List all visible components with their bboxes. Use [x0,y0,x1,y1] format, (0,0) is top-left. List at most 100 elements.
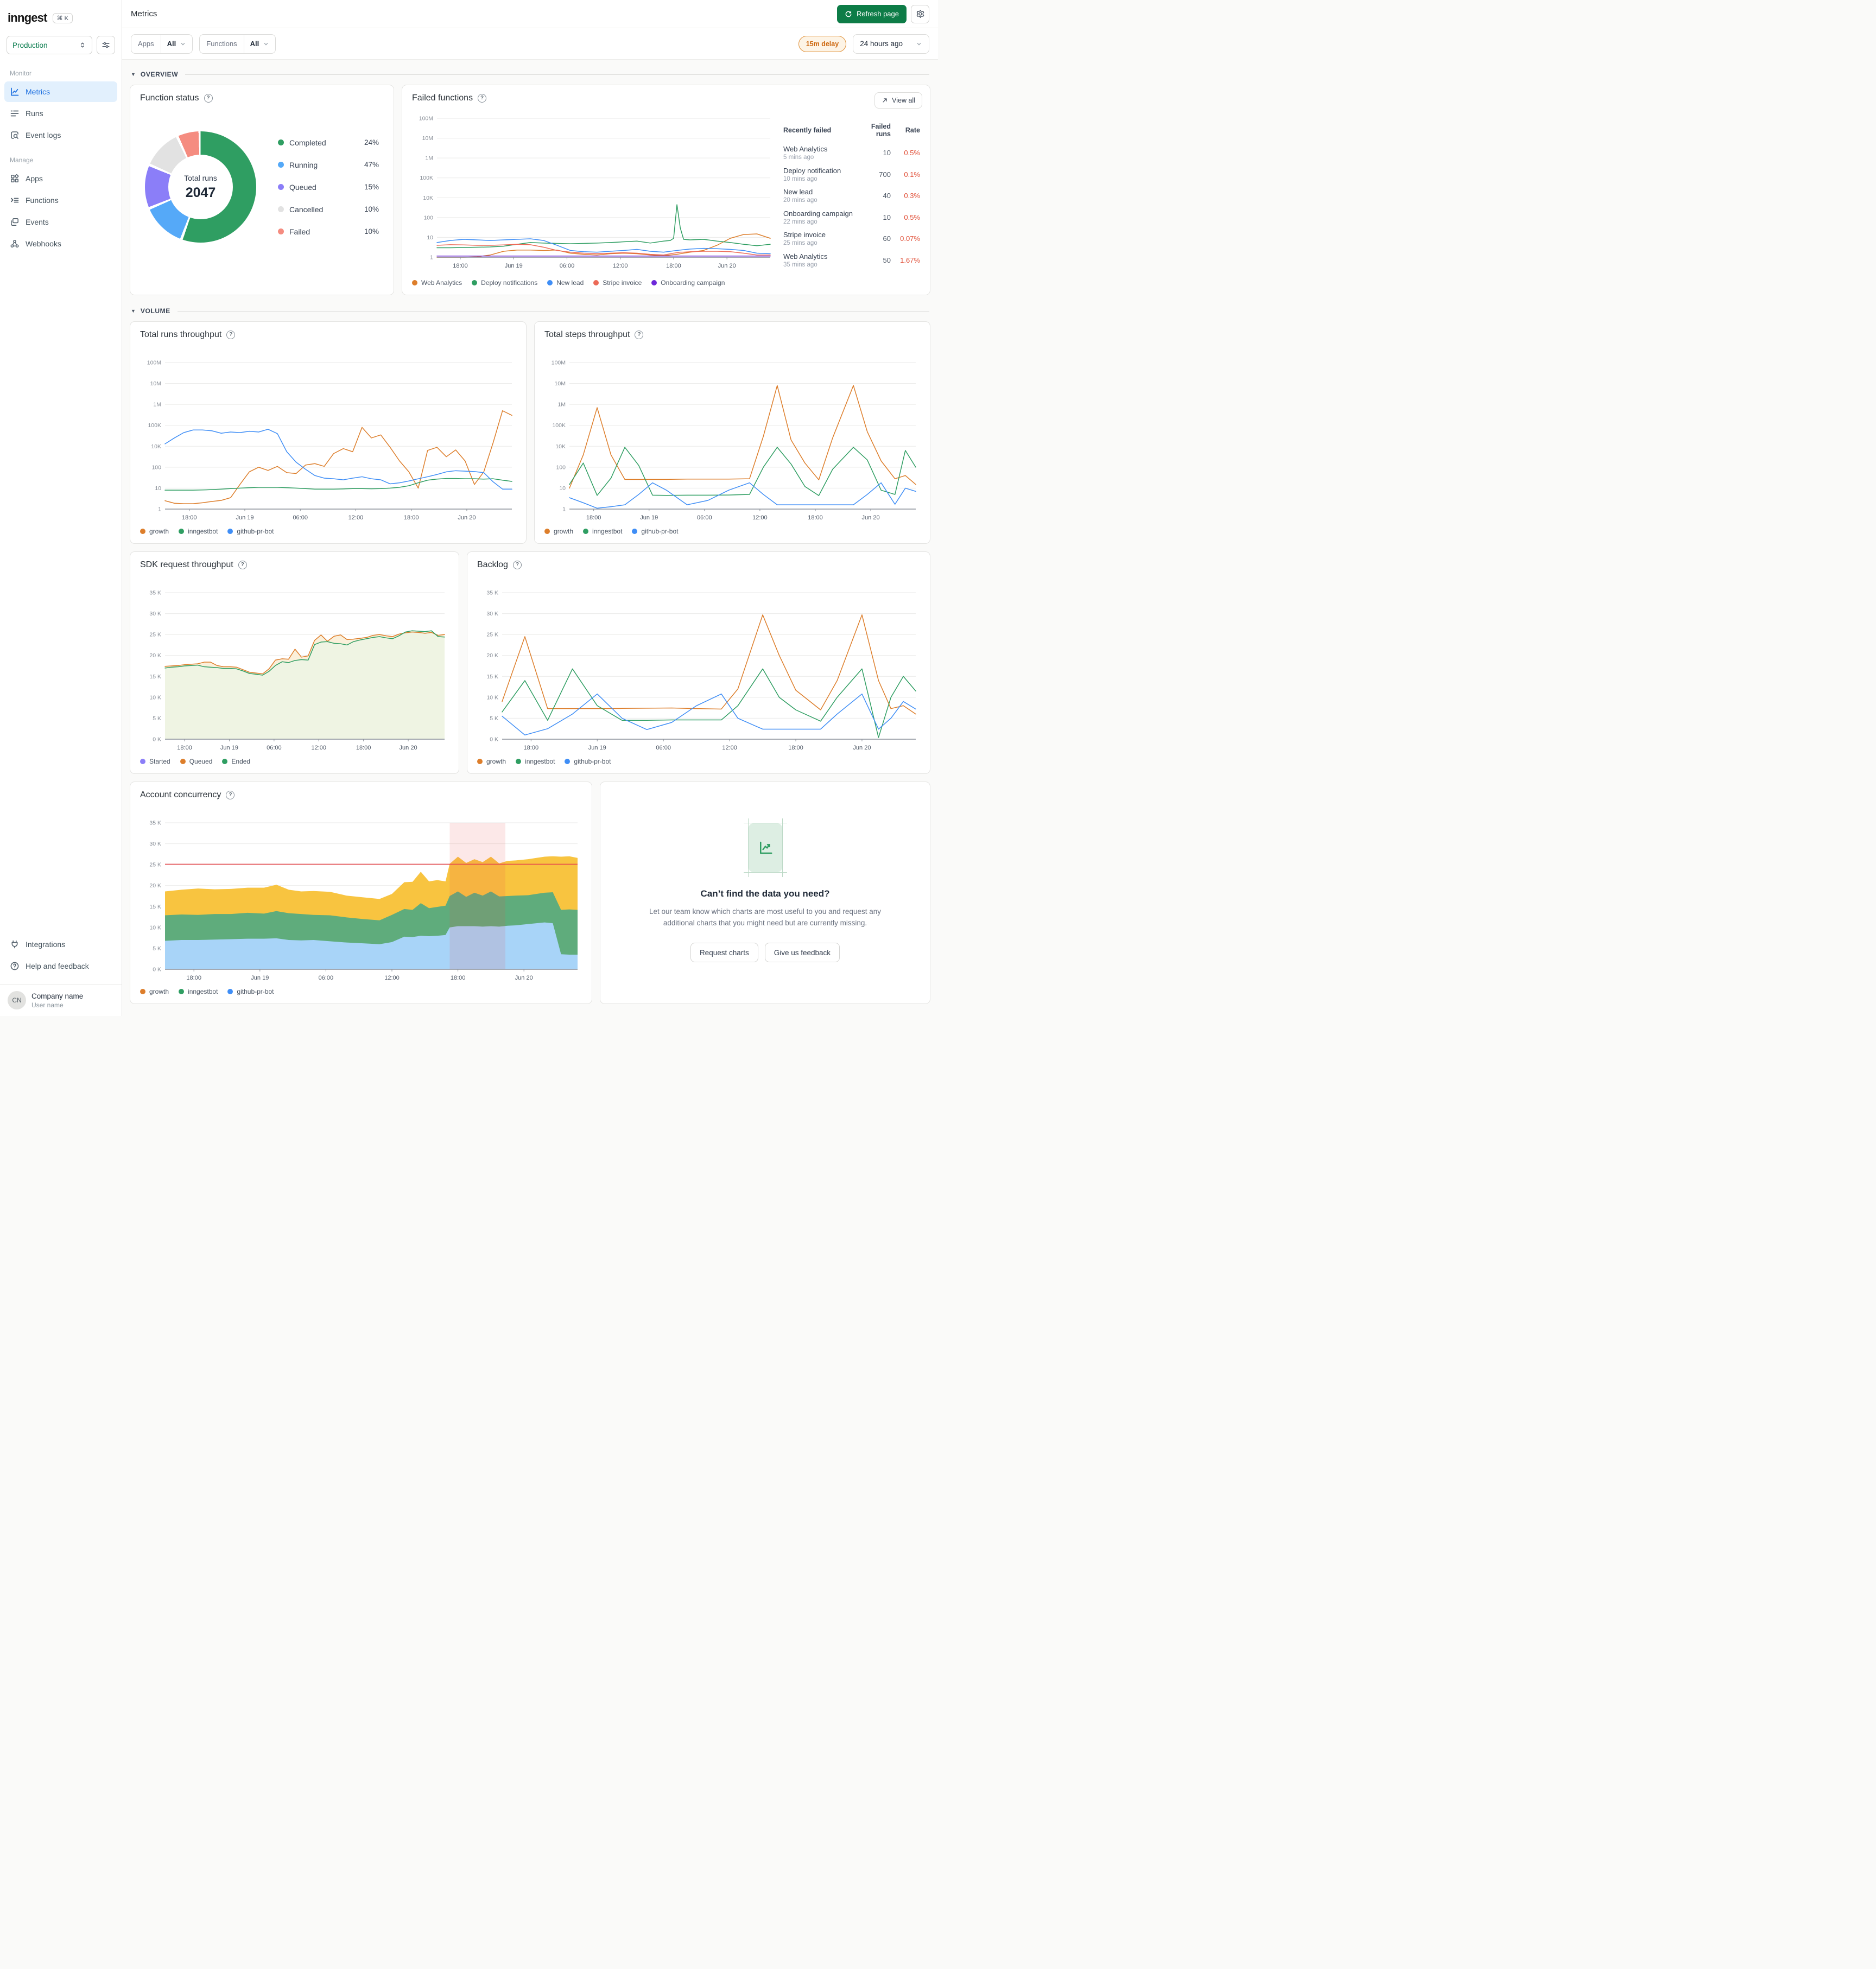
legend-item-cancelled[interactable]: Cancelled 10% [278,205,379,214]
legend-item[interactable]: growth [140,988,169,995]
sidebar-item-events[interactable]: Events [4,212,117,232]
volume-collapse-toggle[interactable]: ▼ [131,308,136,314]
time-range-select[interactable]: 24 hours ago [853,34,929,54]
help-icon[interactable]: ? [478,94,487,103]
svg-text:100M: 100M [419,116,433,122]
svg-text:Jun 20: Jun 20 [400,745,417,751]
command-k-shortcut[interactable]: ⌘ K [52,12,73,23]
svg-text:30 K: 30 K [149,611,161,617]
apps-filter[interactable]: Apps All [131,34,193,54]
legend-item-failed[interactable]: Failed 10% [278,227,379,236]
failed-time: 5 mins ago [783,154,814,161]
function-name: Web Analytics [783,252,828,261]
account-concurrency-card: Account concurrency ? 0 K 5 K 10 K 15 K 20 K… [130,782,592,1004]
sidebar-item-label: Events [26,218,49,226]
legend-item[interactable]: inngestbot [516,758,555,765]
sidebar-nav: Monitor Metrics Runs Event logs Manage A… [0,58,122,257]
environment-select[interactable]: Production [7,36,92,54]
legend-item[interactable]: Web Analytics [412,279,462,287]
legend-item[interactable]: github-pr-bot [227,988,274,995]
svg-text:Jun 19: Jun 19 [588,745,606,751]
svg-text:Jun 19: Jun 19 [640,515,658,521]
sidebar-item-label: Metrics [26,87,50,96]
legend-label: github-pr-bot [574,758,611,765]
legend-item[interactable]: github-pr-bot [632,528,678,535]
chevron-down-icon [916,41,922,47]
overview-collapse-toggle[interactable]: ▼ [131,72,136,77]
sidebar-item-event-logs[interactable]: Event logs [4,125,117,145]
table-row[interactable]: Deploy notification 10 mins ago 700 0.1% [783,167,920,182]
sidebar-item-runs[interactable]: Runs [4,103,117,124]
sidebar-item-integrations[interactable]: Integrations [4,934,117,955]
legend-item[interactable]: growth [140,528,169,535]
legend-item[interactable]: inngestbot [179,988,218,995]
legend-item[interactable]: inngestbot [583,528,622,535]
sidebar-item-label: Functions [26,196,59,205]
legend-label: Ended [231,758,251,765]
app-root: inngest ⌘ K Production Monitor Metrics R… [0,0,938,1016]
legend-item[interactable]: Stripe invoice [593,279,642,287]
table-row[interactable]: New lead 20 mins ago 40 0.3% [783,188,920,204]
legend-item-queued[interactable]: Queued 15% [278,183,379,192]
functions-filter-value: All [250,40,259,48]
table-row[interactable]: Stripe invoice 25 mins ago 60 0.07% [783,231,920,246]
help-icon[interactable]: ? [226,791,235,799]
svg-text:12:00: 12:00 [752,515,768,521]
column-header: Failed runs [871,123,891,138]
request-charts-button[interactable]: Request charts [690,943,758,963]
svg-text:10M: 10M [422,135,433,142]
legend-dot [472,280,478,285]
sidebar-item-apps[interactable]: Apps [4,168,117,189]
legend-item[interactable]: github-pr-bot [227,528,274,535]
view-all-button[interactable]: View all [874,92,922,109]
legend-item[interactable]: Deploy notifications [472,279,537,287]
legend-item[interactable]: New lead [547,279,584,287]
legend-item[interactable]: growth [544,528,573,535]
sliders-icon [102,41,110,49]
sidebar-item-metrics[interactable]: Metrics [4,81,117,102]
legend-item[interactable]: inngestbot [179,528,218,535]
table-row[interactable]: Web Analytics 5 mins ago 10 0.5% [783,145,920,161]
svg-text:10K: 10K [555,443,566,450]
sidebar-item-label: Webhooks [26,239,61,248]
legend-item-running[interactable]: Running 47% [278,161,379,169]
svg-text:10: 10 [427,234,433,241]
sidebar-item-functions[interactable]: Functions [4,190,117,211]
legend-item[interactable]: github-pr-bot [565,758,611,765]
refresh-page-button[interactable]: Refresh page [836,4,907,23]
failed-time: 25 mins ago [783,240,817,246]
settings-button[interactable] [911,4,929,23]
svg-text:35 K: 35 K [149,590,161,596]
help-icon[interactable]: ? [512,561,522,569]
give-feedback-button[interactable]: Give us feedback [764,943,840,963]
events-windows-icon [10,217,20,227]
help-icon[interactable]: ? [238,561,247,569]
functions-filter[interactable]: Functions All [199,34,276,54]
help-icon[interactable]: ? [635,331,644,339]
legend-item[interactable]: Started [140,758,170,765]
functions-filter-label: Functions [200,34,244,53]
legend-item[interactable]: growth [477,758,506,765]
sidebar-item-label: Help and feedback [26,962,89,970]
legend-item-completed[interactable]: Completed 24% [278,138,379,147]
chart-placeholder-icon [743,818,787,877]
help-icon[interactable]: ? [204,94,213,103]
function-status-card: Function status ? Total runs 2047 Comple… [130,85,394,295]
sidebar-item-help-feedback[interactable]: Help and feedback [4,956,117,976]
failed-functions-legend: Web Analytics Deploy notifications New l… [412,279,920,287]
environment-filter-button[interactable] [97,36,115,54]
refresh-icon [845,10,852,18]
legend-item[interactable]: Queued [180,758,212,765]
svg-text:30 K: 30 K [486,611,498,617]
account-switcher[interactable]: CN Company name User name [0,984,122,1016]
help-icon[interactable]: ? [226,331,236,339]
table-row[interactable]: Web Analytics 35 mins ago 50 1.67% [783,252,920,268]
svg-text:100: 100 [151,464,161,471]
svg-text:12:00: 12:00 [613,263,628,269]
table-row[interactable]: Onboarding campaign 22 mins ago 10 0.5% [783,209,920,225]
sidebar-item-webhooks[interactable]: Webhooks [4,233,117,254]
failed-time: 22 mins ago [783,218,817,225]
legend-item[interactable]: Onboarding campaign [651,279,725,287]
svg-text:20 K: 20 K [486,652,498,659]
legend-item[interactable]: Ended [222,758,250,765]
